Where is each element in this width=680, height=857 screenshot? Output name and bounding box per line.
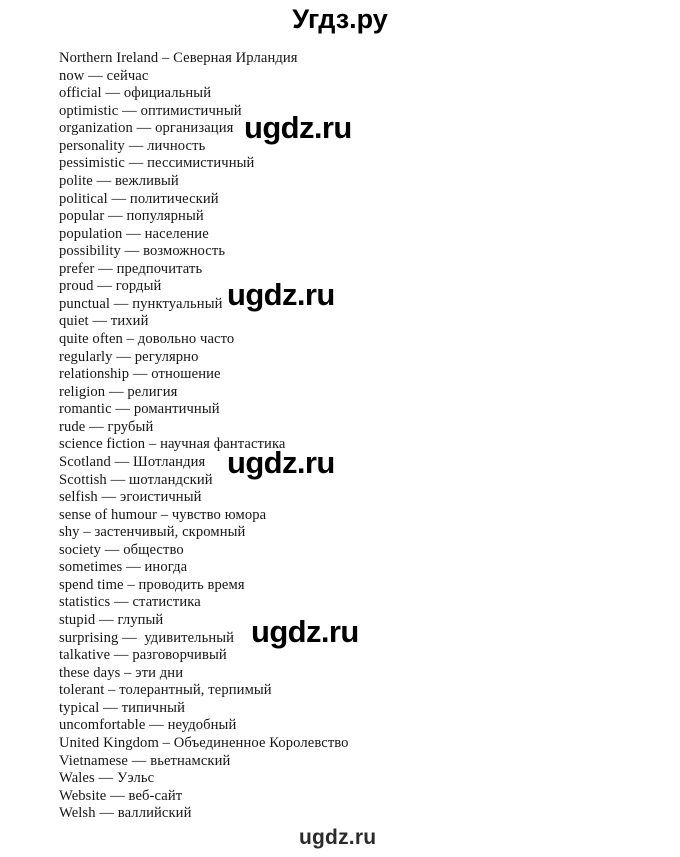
vocabulary-entry: romantic — романтичный [59, 401, 220, 418]
vocabulary-entry: uncomfortable — неудобный [59, 717, 237, 734]
vocabulary-entry: pessimistic — пессимистичный [59, 155, 255, 172]
vocabulary-entry: polite — вежливый [59, 172, 179, 189]
vocabulary-entry: population — население [59, 225, 209, 242]
vocabulary-entry: Scotland — Шотландия [59, 453, 206, 470]
vocabulary-entry: selfish — эгоистичный [59, 489, 202, 506]
vocabulary-entry: Scottish — шотландский [59, 471, 213, 488]
vocabulary-entry: organization — организация [59, 120, 234, 137]
vocabulary-entry: Vietnamese — вьетнамский [59, 752, 231, 769]
vocabulary-entry: personality — личность [59, 137, 206, 154]
vocabulary-entry: quiet — тихий [59, 313, 149, 330]
vocabulary-entry: popular — популярный [59, 208, 204, 225]
vocabulary-entry: sense of humour – чувство юмора [59, 506, 267, 523]
site-header: Угдз.ру [0, 0, 680, 46]
vocabulary-list: Northern Ireland – Северная Ирландия now … [59, 50, 619, 823]
vocabulary-entry: sometimes — иногда [59, 559, 188, 576]
site-logo: Угдз.ру [292, 4, 388, 34]
vocabulary-entry: optimistic — оптимистичный [59, 102, 242, 119]
vocabulary-entry: political — политический [59, 190, 219, 207]
vocabulary-entry: talkative — разговорчивый [59, 647, 227, 664]
vocabulary-entry: statistics — статистика [59, 594, 201, 611]
vocabulary-entry: regularly — регулярно [59, 348, 199, 365]
vocabulary-entry: spend time – проводить время [59, 576, 245, 593]
vocabulary-entry: now — сейчас [59, 67, 149, 84]
vocabulary-entry: Northern Ireland – Северная Ирландия [59, 50, 298, 66]
vocabulary-entry: religion — религия [59, 383, 178, 400]
vocabulary-entry: tolerant – толерантный, терпимый [59, 682, 272, 699]
vocabulary-entry: society — общество [59, 541, 184, 558]
vocabulary-entry: official — официальный [59, 85, 212, 102]
vocabulary-entry: science fiction – научная фантастика [59, 436, 286, 453]
vocabulary-entry: Wales — Уэльс [59, 770, 155, 787]
vocabulary-entry: Welsh — валлийский [59, 805, 192, 822]
vocabulary-entry: surprising — удивительный [59, 629, 235, 646]
vocabulary-entry: these days – эти дни [59, 664, 184, 681]
vocabulary-entry: Website — веб-сайт [59, 787, 183, 804]
vocabulary-entry: relationship — отношение [59, 366, 221, 383]
vocabulary-entry: punctual — пунктуальный [59, 295, 223, 312]
vocabulary-entry: proud — гордый [59, 278, 162, 295]
vocabulary-entry: prefer — предпочитать [59, 260, 203, 277]
vocabulary-entry: stupid — глупый [59, 612, 164, 628]
vocabulary-entry: possibility — возможность [59, 243, 226, 260]
vocabulary-entry: shy – застенчивый, скромный [59, 524, 246, 541]
vocabulary-entry: typical — типичный [59, 699, 185, 716]
vocabulary-sheet: Угдз.ру Northern Ireland – Северная Ирла… [0, 0, 680, 857]
vocabulary-entry: quite often – довольно часто [59, 331, 235, 347]
vocabulary-entry: United Kingdom – Объединенное Королевств… [59, 734, 349, 751]
vocabulary-entry: rude — грубый [59, 418, 154, 435]
watermark: ugdz.ru [299, 826, 377, 849]
